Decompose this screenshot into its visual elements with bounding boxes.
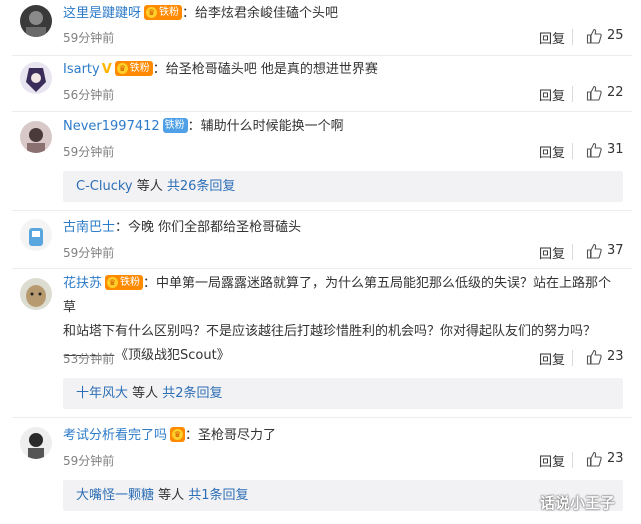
like-count: 37 bbox=[607, 243, 624, 258]
reply-summary[interactable]: C-Clucky 等人 共26条回复 bbox=[63, 171, 623, 202]
comment-text: ：给李炫君余峻佳磕个头吧 bbox=[182, 6, 339, 21]
fan-badge: ♛ 铁粉 bbox=[144, 5, 183, 20]
like-count: 25 bbox=[607, 28, 624, 43]
avatar[interactable] bbox=[20, 427, 52, 459]
reply-count-link[interactable]: 共1条回复 bbox=[188, 488, 248, 503]
reply-button[interactable]: 回复 bbox=[539, 28, 565, 47]
avatar[interactable] bbox=[20, 219, 52, 251]
avatar[interactable] bbox=[20, 278, 52, 310]
avatar[interactable] bbox=[20, 5, 52, 37]
reply-summary[interactable]: 十年风大 等人 共2条回复 bbox=[63, 378, 623, 409]
comment-text: ：给圣枪哥磕头吧 他是真的想进世界赛 bbox=[152, 62, 378, 77]
thumbs-up-icon[interactable] bbox=[586, 243, 602, 259]
like-count: 23 bbox=[607, 451, 624, 466]
comment-text: ：今晚 你们全部都给圣枪哥磕头 bbox=[115, 220, 302, 235]
reply-count-link[interactable]: 共2条回复 bbox=[162, 386, 222, 401]
like-count: 31 bbox=[607, 142, 624, 157]
comment-text: 和站塔下有什么区别吗？不是应该越往后打越珍惜胜利的机会吗？你对得起队友们的努力吗… bbox=[63, 324, 597, 339]
thumbs-up-icon[interactable] bbox=[586, 85, 602, 101]
username[interactable]: 古南巴士 bbox=[63, 220, 115, 235]
divider bbox=[12, 210, 632, 211]
crown-icon: ♛ bbox=[172, 429, 184, 440]
like-count: 23 bbox=[607, 349, 624, 364]
fan-badge: ♛ bbox=[170, 427, 186, 442]
comment-time: 59分钟前 bbox=[63, 246, 115, 260]
reply-button[interactable]: 回复 bbox=[539, 349, 565, 368]
divider bbox=[12, 111, 632, 112]
thumbs-up-icon[interactable] bbox=[586, 142, 602, 158]
reply-username[interactable]: 十年风大 bbox=[76, 386, 128, 401]
divider bbox=[572, 86, 573, 102]
fan-badge: 铁粉 bbox=[162, 118, 188, 133]
reply-button[interactable]: 回复 bbox=[539, 142, 565, 161]
thumbs-up-icon[interactable] bbox=[586, 451, 602, 467]
crown-icon: ♛ bbox=[146, 7, 158, 18]
divider bbox=[572, 244, 573, 260]
fan-badge: ♛ 铁粉 bbox=[105, 275, 144, 290]
comment-time: 59分钟前 bbox=[63, 145, 115, 159]
username[interactable]: Never1997412 bbox=[63, 119, 160, 134]
avatar[interactable] bbox=[20, 121, 52, 153]
verified-icon: V bbox=[101, 62, 112, 77]
divider bbox=[572, 143, 573, 159]
divider bbox=[12, 268, 632, 269]
fan-badge: ♛ 铁粉 bbox=[114, 61, 153, 76]
comment-time: 56分钟前 bbox=[63, 88, 115, 102]
reply-button[interactable]: 回复 bbox=[539, 451, 565, 470]
reply-count-link[interactable]: 共26条回复 bbox=[167, 179, 236, 194]
divider bbox=[12, 55, 632, 56]
divider bbox=[572, 29, 573, 45]
comment-text: ：辅助什么时候能换一个啊 bbox=[187, 119, 344, 134]
comment-text: ：圣枪哥尽力了 bbox=[185, 428, 277, 443]
divider bbox=[12, 417, 632, 418]
comment-time: 53分钟前 bbox=[63, 352, 115, 366]
username[interactable]: 考试分析看完了吗 bbox=[63, 428, 167, 443]
comment-time: 59分钟前 bbox=[63, 454, 115, 468]
reply-username[interactable]: 大嘴怪一颗糖 bbox=[76, 488, 154, 503]
reply-username[interactable]: C-Clucky bbox=[76, 179, 133, 194]
crown-icon: ♛ bbox=[107, 277, 119, 288]
comment-time: 59分钟前 bbox=[63, 31, 115, 45]
like-count: 22 bbox=[607, 85, 624, 100]
comment-text: ：中单第一局露露迷路就算了，为什么第五局能犯那么低级的失误？站在上路那个草 bbox=[63, 276, 612, 315]
reply-button[interactable]: 回复 bbox=[539, 85, 565, 104]
username[interactable]: 这里是踺踺呀 bbox=[63, 6, 141, 21]
username[interactable]: 花扶苏 bbox=[63, 276, 102, 291]
crown-icon: ♛ bbox=[116, 63, 128, 74]
avatar[interactable] bbox=[20, 62, 52, 94]
username[interactable]: Isarty bbox=[63, 62, 100, 77]
reply-summary[interactable]: 大嘴怪一颗糖 等人 共1条回复 bbox=[63, 480, 623, 511]
divider bbox=[572, 452, 573, 468]
thumbs-up-icon[interactable] bbox=[586, 28, 602, 44]
divider bbox=[572, 350, 573, 366]
watermark: 话说小王子 bbox=[540, 494, 616, 512]
thumbs-up-icon[interactable] bbox=[586, 349, 602, 365]
reply-button[interactable]: 回复 bbox=[539, 243, 565, 262]
